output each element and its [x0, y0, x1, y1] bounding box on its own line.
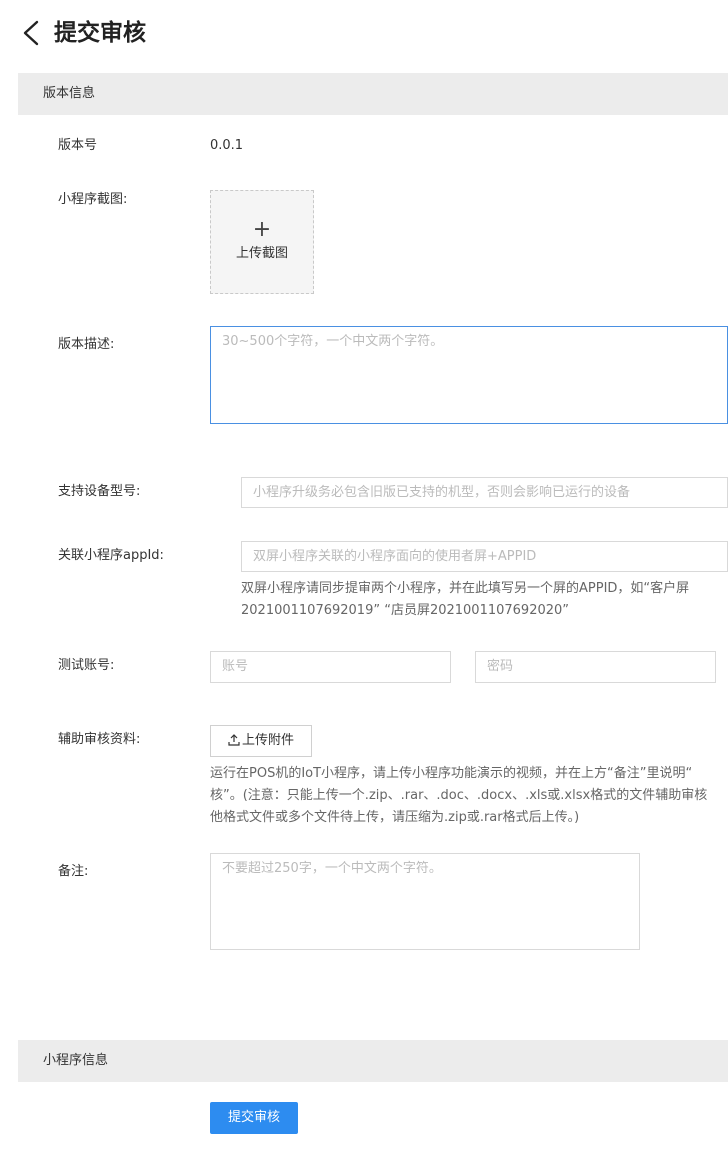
section-header-version-info: 版本信息: [18, 73, 728, 115]
appid-input[interactable]: 双屏小程序关联的小程序面向的使用者屏+APPID: [241, 541, 728, 572]
aux-hint-line: 运行在POS机的IoT小程序，请上传小程序功能演示的视频，并在上方“备注”里说明…: [210, 766, 693, 781]
aux-hint-line: 他格式文件或多个文件待上传，请压缩为.zip或.rar格式后上传。): [210, 810, 580, 825]
device-label: 支持设备型号:: [58, 484, 141, 499]
submit-review-button[interactable]: 提交审核: [210, 1102, 298, 1134]
test-account-label: 测试账号:: [58, 658, 115, 673]
description-label: 版本描述:: [58, 337, 115, 352]
section-title: 小程序信息: [43, 1053, 109, 1068]
upload-screenshot-button[interactable]: + 上传截图: [210, 190, 314, 294]
screenshot-label: 小程序截图:: [58, 192, 128, 207]
plus-icon: +: [252, 217, 272, 242]
chevron-left-icon: [23, 20, 39, 46]
remark-textarea[interactable]: 不要超过250字，一个中文两个字符。: [210, 853, 640, 950]
appid-label: 关联小程序appId:: [58, 548, 164, 563]
description-textarea[interactable]: 30~500个字符，一个中文两个字符。: [210, 326, 728, 424]
upload-icon: [228, 734, 240, 746]
section-title: 版本信息: [43, 86, 96, 101]
version-label: 版本号: [58, 138, 98, 153]
appid-hint-line: 2021001107692019” “店员屏2021001107692020”: [241, 603, 570, 618]
upload-attachment-button[interactable]: 上传附件: [210, 725, 312, 757]
back-button[interactable]: [18, 18, 46, 48]
upload-attachment-label: 上传附件: [241, 733, 294, 748]
password-input[interactable]: 密码: [475, 651, 716, 683]
remark-label: 备注:: [58, 864, 89, 879]
section-header-miniprogram-info: 小程序信息: [18, 1040, 728, 1082]
aux-hint-line: 核”。(注意：只能上传一个.zip、.rar、.doc、.docx、.xls或.…: [210, 788, 708, 803]
account-input[interactable]: 账号: [210, 651, 451, 683]
upload-screenshot-label: 上传截图: [235, 246, 288, 261]
aux-label: 辅助审核资料:: [58, 732, 141, 747]
device-model-input[interactable]: 小程序升级务必包含旧版已支持的机型，否则会影响已运行的设备: [241, 477, 728, 508]
page-title: 提交审核: [54, 20, 146, 46]
version-value: 0.0.1: [210, 138, 244, 153]
appid-hint-line: 双屏小程序请同步提审两个小程序，并在此填写另一个屏的APPID，如“客户屏: [241, 581, 690, 596]
